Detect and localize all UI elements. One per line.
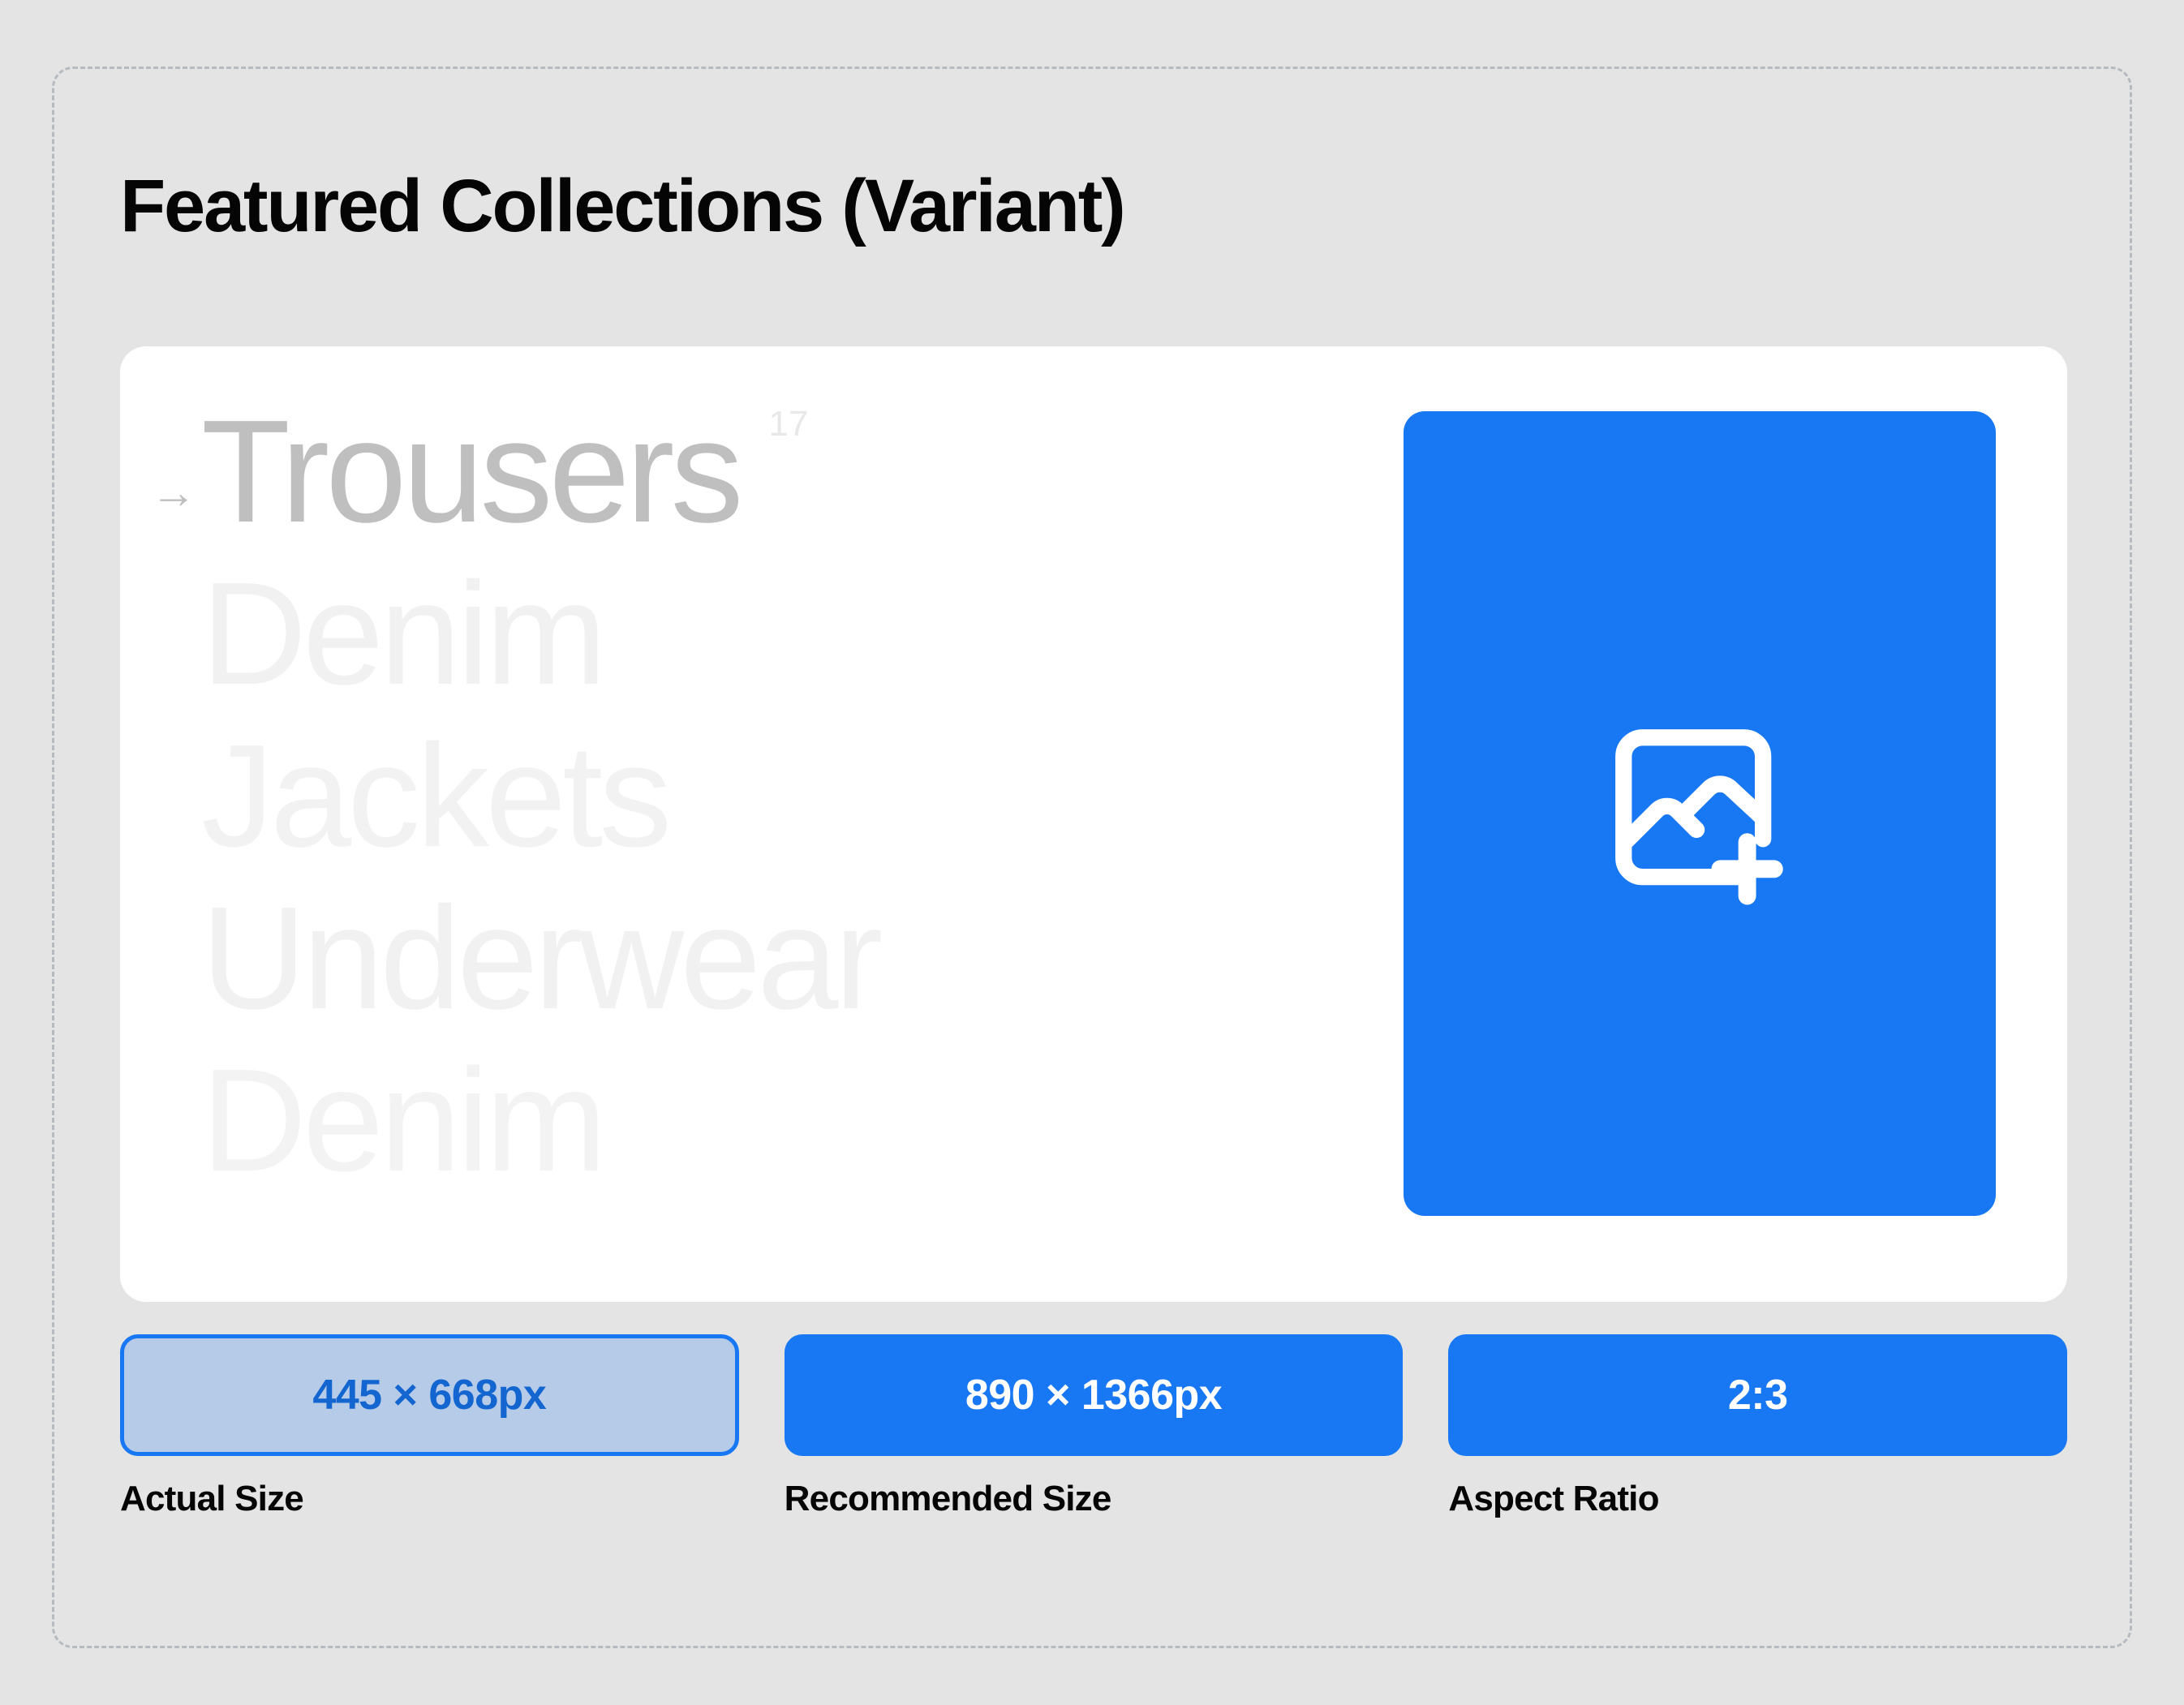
preview-card: → Trousers 17 Denim Jackets Underwear De… bbox=[120, 346, 2067, 1302]
page-title: Featured Collections (Variant) bbox=[120, 165, 1126, 247]
spec-badges-row: 445 × 668px Actual Size 890 × 1366px Rec… bbox=[120, 1334, 2068, 1519]
screenshot-canvas: Featured Collections (Variant) → Trouser… bbox=[0, 0, 2184, 1705]
spec-badge-value[interactable]: 2:3 bbox=[1448, 1334, 2068, 1456]
spec-badge-value[interactable]: 890 × 1366px bbox=[784, 1334, 1404, 1456]
image-upload-placeholder[interactable] bbox=[1404, 411, 1996, 1216]
spec-badge-caption: Actual Size bbox=[120, 1479, 304, 1518]
add-image-icon bbox=[1615, 729, 1783, 905]
collection-count-badge: 17 bbox=[768, 404, 809, 444]
collection-label: Underwear bbox=[201, 877, 883, 1040]
spec-aspect-ratio: 2:3 Aspect Ratio bbox=[1448, 1334, 2068, 1519]
content-region: Featured Collections (Variant) → Trouser… bbox=[120, 138, 2068, 1590]
collection-label: Jackets bbox=[201, 715, 672, 878]
spec-badge-caption: Aspect Ratio bbox=[1448, 1479, 1659, 1518]
spec-badge-value[interactable]: 445 × 668px bbox=[120, 1334, 739, 1456]
collection-label: Denim bbox=[201, 552, 607, 715]
spec-recommended-size: 890 × 1366px Recommended Size bbox=[784, 1334, 1404, 1519]
spec-badge-caption: Recommended Size bbox=[784, 1479, 1112, 1518]
arrow-right-icon: → bbox=[151, 466, 196, 518]
collection-label: Trousers bbox=[201, 390, 743, 553]
collection-label: Denim bbox=[201, 1039, 607, 1202]
spec-actual-size: 445 × 668px Actual Size bbox=[120, 1334, 739, 1519]
